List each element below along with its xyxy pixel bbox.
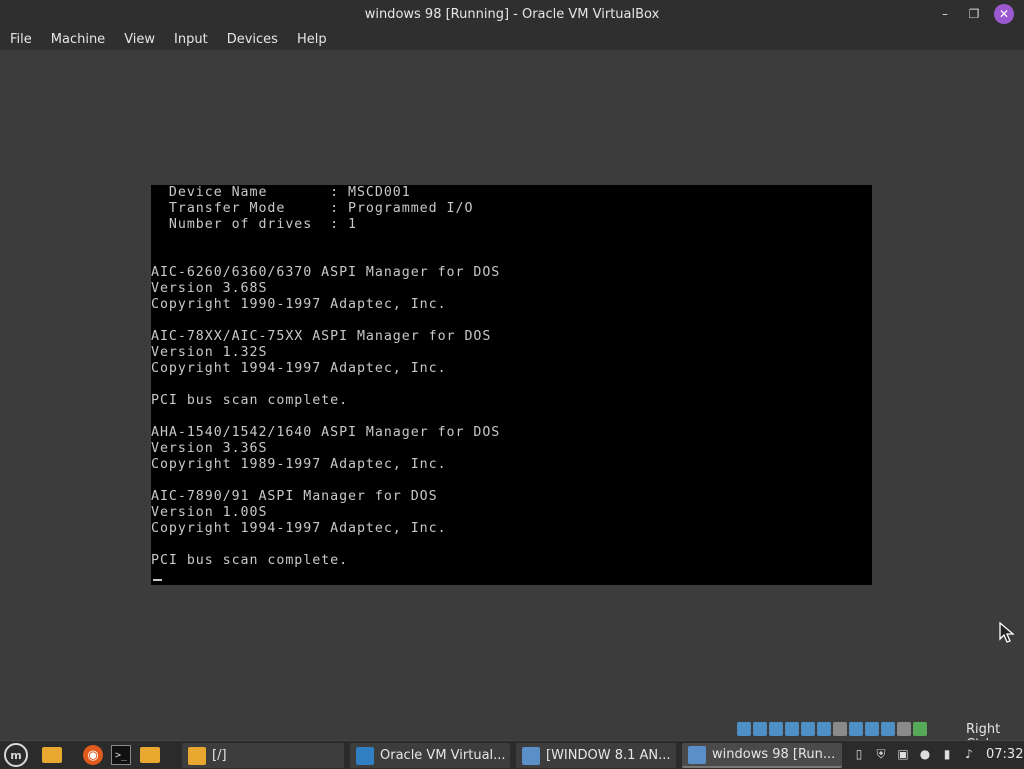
taskbar: m ◉ >_ [/] Oracle VM Virtual... [WINDOW … — [0, 740, 1024, 769]
console-line: Copyright 1990-1997 Adaptec, Inc. — [151, 297, 447, 312]
console-output: Device Name : MSCD001 Transfer Mode : Pr… — [151, 185, 500, 569]
task-label: [WINDOW 8.1 AN... — [546, 748, 671, 763]
floppy-icon[interactable] — [769, 722, 783, 736]
console-line: PCI bus scan complete. — [151, 393, 349, 408]
task-label: [/] — [212, 748, 227, 763]
usb-icon[interactable] — [817, 722, 831, 736]
window-title: windows 98 [Running] - Oracle VM Virtual… — [364, 6, 660, 22]
task-label: Oracle VM Virtual... — [380, 748, 506, 763]
optical-drive-icon[interactable] — [753, 722, 767, 736]
network-icon[interactable] — [801, 722, 815, 736]
console-line: Copyright 1989-1997 Adaptec, Inc. — [151, 457, 447, 472]
mouse-integration-icon[interactable] — [897, 722, 911, 736]
console-line: Copyright 1994-1997 Adaptec, Inc. — [151, 521, 447, 536]
audio-icon[interactable] — [785, 722, 799, 736]
mint-menu-icon[interactable]: m — [4, 743, 28, 767]
hard-disk-icon[interactable] — [737, 722, 751, 736]
menu-input[interactable]: Input — [164, 32, 217, 47]
clock[interactable]: 07:32 — [986, 747, 1023, 762]
window-titlebar: windows 98 [Running] - Oracle VM Virtual… — [0, 0, 1024, 28]
display-icon[interactable] — [849, 722, 863, 736]
dos-console[interactable]: Device Name : MSCD001 Transfer Mode : Pr… — [151, 185, 872, 585]
console-line: AIC-6260/6360/6370 ASPI Manager for DOS — [151, 265, 501, 280]
menu-devices[interactable]: Devices — [217, 32, 287, 47]
menu-file[interactable]: File — [0, 32, 41, 47]
menu-view[interactable]: View — [114, 32, 164, 47]
console-line: AIC-7890/91 ASPI Manager for DOS — [151, 489, 438, 504]
keyboard-icon[interactable] — [913, 722, 927, 736]
volume-icon[interactable]: ♪ — [962, 747, 976, 761]
close-button[interactable]: ✕ — [994, 4, 1014, 24]
vm-window-icon — [522, 746, 540, 765]
console-line: Version 1.32S — [151, 345, 268, 360]
folder-icon — [188, 746, 206, 765]
files-launcher-icon[interactable] — [140, 747, 160, 763]
video-capture-icon[interactable] — [865, 722, 879, 736]
virtualbox-icon — [356, 746, 374, 765]
user-icon[interactable]: ● — [918, 747, 932, 761]
shield-icon[interactable]: ⛨ — [874, 747, 888, 761]
minimize-button[interactable]: – — [935, 4, 955, 24]
vm-status-bar: Right Ctrl — [0, 720, 1024, 752]
maximize-button[interactable]: ❐ — [964, 4, 984, 24]
folder-launcher-icon[interactable] — [42, 747, 62, 763]
system-tray: ▯ ⛨ ▣ ● ▮ ♪ — [852, 747, 976, 762]
mouse-pointer-icon — [999, 622, 1015, 643]
console-line: Number of drives : 1 — [151, 217, 357, 232]
console-line: Device Name : MSCD001 — [151, 185, 411, 200]
task-windows98-vm[interactable]: windows 98 [Run... — [682, 743, 842, 768]
console-line: Version 3.68S — [151, 281, 268, 296]
task-windows81-vm[interactable]: [WINDOW 8.1 AN... — [516, 743, 676, 768]
virtualization-icon[interactable] — [881, 722, 895, 736]
task-label: windows 98 [Run... — [712, 747, 836, 762]
terminal-launcher-icon[interactable]: >_ — [111, 745, 131, 765]
shared-folders-icon[interactable] — [833, 722, 847, 736]
console-line: AIC-78XX/AIC-75XX ASPI Manager for DOS — [151, 329, 492, 344]
menu-help[interactable]: Help — [287, 32, 336, 47]
console-line: Transfer Mode : Programmed I/O — [151, 201, 474, 216]
ubuntu-launcher-icon[interactable]: ◉ — [83, 745, 103, 765]
menu-bar: File Machine View Input Devices Help — [0, 28, 1024, 50]
network-icon[interactable]: ▣ — [896, 747, 910, 761]
task-files[interactable]: [/] — [182, 743, 344, 768]
console-line: AHA-1540/1542/1640 ASPI Manager for DOS — [151, 425, 501, 440]
text-cursor — [153, 579, 162, 581]
console-line: Copyright 1994-1997 Adaptec, Inc. — [151, 361, 447, 376]
console-line: Version 1.00S — [151, 505, 268, 520]
menu-machine[interactable]: Machine — [41, 32, 114, 47]
battery-icon[interactable]: ▮ — [940, 747, 954, 761]
console-line: Version 3.36S — [151, 441, 268, 456]
console-line: PCI bus scan complete. — [151, 553, 349, 568]
vm-window-icon — [688, 745, 706, 764]
clipboard-icon[interactable]: ▯ — [852, 747, 866, 761]
task-virtualbox-manager[interactable]: Oracle VM Virtual... — [350, 743, 510, 768]
